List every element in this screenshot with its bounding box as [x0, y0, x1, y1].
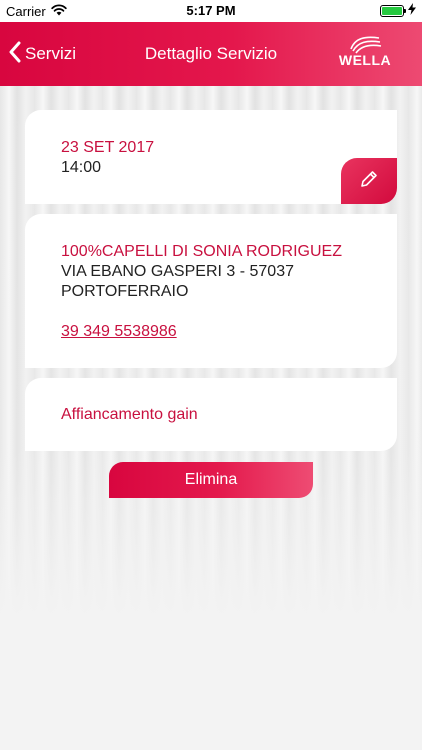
wella-logo-text: WELLA [338, 52, 392, 68]
service-card: Affiancamento gain [25, 378, 397, 451]
salon-name: 100%CAPELLI DI SONIA RODRIGUEZ [61, 243, 342, 260]
salon-card: 100%CAPELLI DI SONIA RODRIGUEZ VIA EBANO… [25, 214, 397, 368]
salon-address-line1: VIA EBANO GASPERI 3 - 57037 [61, 263, 294, 280]
wella-logo: WELLA [334, 34, 396, 74]
status-right [380, 3, 416, 18]
status-bar: Carrier 5:17 PM [0, 0, 422, 22]
delete-button[interactable]: Elimina [109, 462, 313, 498]
back-button[interactable]: Servizi [8, 22, 76, 86]
salon-address-line2: PORTOFERRAIO [61, 283, 189, 300]
wella-logo-mark [350, 36, 382, 54]
appointment-card: 23 SET 2017 14:00 [25, 110, 397, 204]
battery-icon [380, 4, 406, 17]
chevron-left-icon [8, 41, 21, 68]
charging-bolt-icon [408, 3, 416, 18]
appointment-date: 23 SET 2017 [61, 139, 155, 156]
status-time: 5:17 PM [186, 3, 236, 18]
salon-phone-link[interactable]: 39 349 5538986 [61, 322, 177, 342]
pencil-icon [358, 168, 380, 195]
edit-button[interactable] [341, 158, 397, 204]
service-name: Affiancamento gain [61, 406, 198, 423]
appointment-time: 14:00 [61, 159, 102, 176]
back-button-label: Servizi [25, 44, 77, 63]
navigation-bar: Servizi Dettaglio Servizio WELLA [0, 22, 422, 86]
